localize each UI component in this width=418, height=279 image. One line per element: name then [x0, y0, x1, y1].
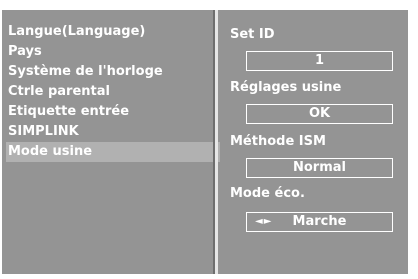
factory-reset-label: Réglages usine: [230, 80, 342, 95]
eco-mode-label: Mode éco.: [230, 186, 305, 201]
set-id-value[interactable]: 1: [246, 51, 393, 71]
left-right-arrows-icon[interactable]: ◄►: [255, 213, 272, 231]
menu-list: Langue(Language) Pays Système de l'horlo…: [6, 22, 220, 162]
ism-method-label: Méthode ISM: [230, 134, 326, 149]
menu-item-clock-system[interactable]: Système de l'horloge: [8, 62, 214, 82]
menu-item-country[interactable]: Pays: [8, 42, 214, 62]
menu-item-parental-control[interactable]: Ctrle parental: [8, 82, 214, 102]
menu-item-language[interactable]: Langue(Language): [8, 22, 214, 42]
factory-reset-value[interactable]: OK: [246, 104, 393, 124]
ism-method-value[interactable]: Normal: [246, 158, 393, 178]
eco-mode-value: Marche: [292, 214, 347, 229]
osd-screen: Langue(Language) Pays Système de l'horlo…: [0, 0, 418, 279]
panel-divider: [215, 10, 218, 274]
menu-item-factory-mode[interactable]: Mode usine: [6, 142, 220, 162]
set-id-label: Set ID: [230, 27, 275, 42]
menu-item-input-label[interactable]: Etiquette entrée: [8, 102, 214, 122]
eco-mode-selector[interactable]: ◄► Marche: [246, 212, 393, 232]
menu-item-simplink[interactable]: SIMPLINK: [8, 122, 214, 142]
